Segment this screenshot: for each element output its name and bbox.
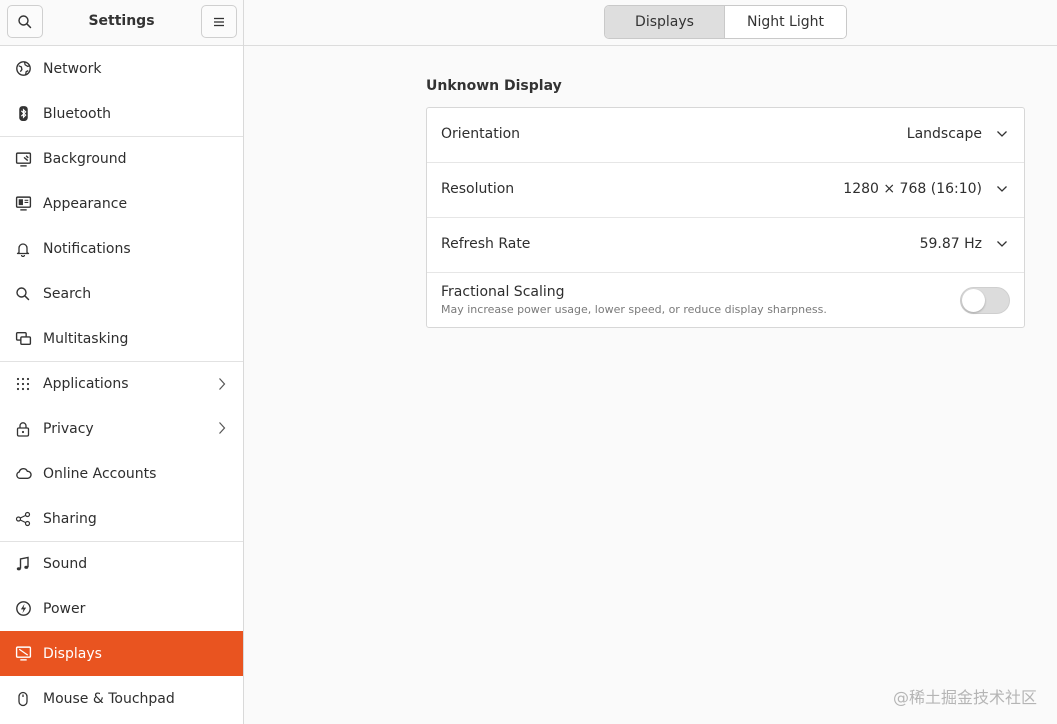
orientation-row[interactable]: Orientation Landscape	[427, 108, 1024, 163]
display-icon	[14, 645, 32, 663]
sidebar-item-label: Background	[43, 151, 127, 167]
tab-night-light[interactable]: Night Light	[725, 6, 846, 38]
sidebar-item-power[interactable]: Power	[0, 586, 243, 631]
chevron-right-icon	[219, 378, 226, 390]
sidebar-item-label: Applications	[43, 376, 129, 392]
sidebar-item-sound[interactable]: Sound	[0, 541, 243, 586]
orientation-value: Landscape	[906, 126, 982, 142]
search-button[interactable]	[7, 5, 43, 38]
power-icon	[14, 600, 32, 618]
sidebar-item-online-accounts[interactable]: Online Accounts	[0, 451, 243, 496]
sidebar-item-label: Appearance	[43, 195, 128, 212]
sidebar-item-sharing[interactable]: Sharing	[0, 496, 243, 541]
sidebar-item-search[interactable]: Search	[0, 271, 243, 316]
sidebar-item-privacy[interactable]: Privacy	[0, 406, 243, 451]
mouse-icon	[14, 690, 32, 708]
display-name-heading: Unknown Display	[426, 78, 562, 94]
refresh-rate-row[interactable]: Refresh Rate 59.87 Hz	[427, 218, 1024, 273]
view-switcher: Displays Night Light	[604, 5, 847, 39]
sidebar-item-label: Mouse & Touchpad	[43, 690, 175, 707]
sidebar-item-notifications[interactable]: Notifications	[0, 226, 243, 271]
search-icon	[14, 285, 32, 303]
menu-button[interactable]	[201, 5, 237, 38]
sidebar-item-label: Notifications	[43, 240, 131, 257]
toggle-knob	[962, 289, 985, 312]
sidebar-item-label: Search	[43, 285, 92, 302]
fractional-scaling-row: Fractional Scaling May increase power us…	[427, 273, 1024, 328]
sidebar-item-label: Sharing	[43, 510, 97, 527]
orientation-label: Orientation	[441, 126, 521, 142]
cloud-icon	[14, 465, 32, 483]
tab-displays[interactable]: Displays	[605, 6, 725, 38]
sidebar-item-appearance[interactable]: Appearance	[0, 181, 243, 226]
sidebar-item-applications[interactable]: Applications	[0, 361, 243, 406]
sidebar: Settings Network Bluetooth Background Ap…	[0, 0, 244, 724]
hamburger-icon	[214, 17, 224, 26]
sidebar-item-background[interactable]: Background	[0, 136, 243, 181]
watermark: @稀土掘金技术社区	[892, 688, 1037, 707]
search-icon	[18, 14, 32, 28]
display-settings-panel: Orientation Landscape Resolution 1280 × …	[426, 107, 1025, 328]
sidebar-item-label: Sound	[43, 556, 88, 572]
appearance-icon	[14, 195, 32, 213]
lock-icon	[14, 420, 32, 438]
refresh-rate-label: Refresh Rate	[441, 236, 531, 252]
resolution-value: 1280 × 768 (16:10)	[843, 181, 982, 197]
sidebar-item-label: Multitasking	[43, 330, 129, 347]
sidebar-item-multitasking[interactable]: Multitasking	[0, 316, 243, 361]
sidebar-header: Settings	[0, 0, 243, 46]
bell-icon	[14, 240, 32, 258]
multitasking-icon	[14, 330, 32, 348]
share-icon	[14, 510, 32, 528]
music-note-icon	[14, 555, 32, 573]
main-header: Displays Night Light	[244, 0, 1057, 46]
globe-icon	[14, 60, 32, 78]
sidebar-list: Network Bluetooth Background Appearance …	[0, 46, 243, 721]
refresh-rate-value: 59.87 Hz	[919, 236, 982, 252]
fractional-scaling-description: May increase power usage, lower speed, o…	[441, 303, 827, 316]
sidebar-item-label: Power	[43, 600, 86, 617]
sidebar-item-network[interactable]: Network	[0, 46, 243, 91]
chevron-right-icon	[219, 422, 226, 434]
sidebar-item-displays[interactable]: Displays	[0, 631, 243, 676]
resolution-label: Resolution	[441, 181, 515, 197]
sidebar-item-label: Bluetooth	[43, 105, 111, 122]
chevron-down-icon	[997, 241, 1007, 247]
sidebar-item-mouse-touchpad[interactable]: Mouse & Touchpad	[0, 676, 243, 721]
sidebar-item-bluetooth[interactable]: Bluetooth	[0, 91, 243, 136]
chevron-down-icon	[997, 131, 1007, 137]
fractional-scaling-label: Fractional Scaling	[441, 284, 565, 300]
fractional-scaling-toggle[interactable]	[960, 287, 1010, 314]
bluetooth-icon	[14, 105, 32, 123]
resolution-row[interactable]: Resolution 1280 × 768 (16:10)	[427, 163, 1024, 218]
monitor-image-icon	[14, 150, 32, 168]
sidebar-item-label: Network	[43, 60, 102, 77]
sidebar-title: Settings	[88, 13, 155, 29]
sidebar-item-label: Displays	[43, 645, 102, 662]
grid-icon	[14, 375, 32, 393]
sidebar-item-label: Online Accounts	[43, 465, 157, 482]
sidebar-item-label: Privacy	[43, 420, 94, 437]
chevron-down-icon	[997, 186, 1007, 192]
